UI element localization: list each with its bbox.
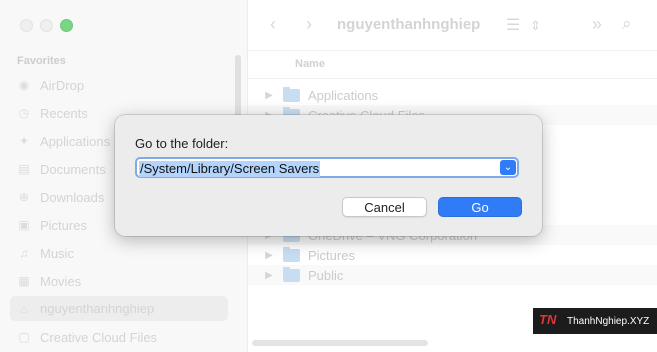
watermark-text: ThanhNghiep.XYZ (567, 315, 650, 327)
dialog-title: Go to the folder: (135, 136, 229, 151)
watermark-logo: TN (539, 312, 557, 327)
watermark: TN ThanhNghiep.XYZ (533, 308, 657, 334)
cancel-button[interactable]: Cancel (342, 197, 427, 217)
go-button[interactable]: Go (438, 197, 522, 217)
chevron-down-icon[interactable]: ⌄ (500, 160, 516, 175)
finder-window: Favorites ◉ AirDrop ◷ Recents ✦ Applicat… (0, 0, 657, 352)
go-to-folder-dialog: Go to the folder: /System/Library/Screen… (115, 115, 542, 236)
folder-path-input[interactable]: /System/Library/Screen Savers ⌄ (135, 157, 519, 178)
folder-path-value[interactable]: /System/Library/Screen Savers (139, 161, 321, 177)
